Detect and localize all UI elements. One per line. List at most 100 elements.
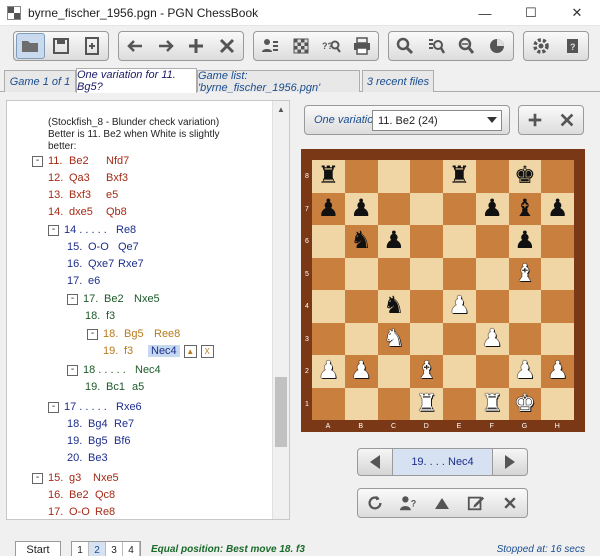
square-e7[interactable] (443, 192, 476, 225)
white-pawn-icon[interactable]: ♟ (481, 326, 503, 351)
square-d5[interactable] (410, 257, 443, 290)
square-d8[interactable] (410, 160, 443, 193)
print-icon[interactable] (348, 33, 377, 59)
tab-recent-files[interactable]: 3 recent files (362, 70, 434, 92)
tree-line[interactable]: 17. e6 (67, 273, 100, 289)
tree-line[interactable]: 19. Bc1 a5 (85, 379, 144, 395)
tree-line[interactable]: -17. Be2 Nxe5 (67, 291, 160, 307)
tree-line[interactable]: 17. O-O Re8 (48, 504, 115, 519)
square-b2[interactable]: ♟ (344, 355, 378, 388)
tab-variation[interactable]: One variation for 11. Bg5? (76, 68, 197, 93)
close-analysis-icon[interactable] (495, 490, 525, 516)
square-e1[interactable] (443, 387, 476, 420)
tree-line[interactable]: 20. Be3 (67, 450, 108, 466)
forward-arrow-icon[interactable] (152, 33, 181, 59)
square-h3[interactable] (541, 322, 574, 355)
white-pawn-icon[interactable]: ♟ (514, 359, 536, 383)
tree-line[interactable]: 15. O-O Qe7 (67, 239, 139, 255)
square-e2[interactable] (443, 355, 476, 388)
square-f1[interactable]: ♜ (475, 387, 509, 420)
square-d6[interactable] (410, 225, 443, 258)
square-e8[interactable]: ♜ (443, 160, 476, 193)
square-e6[interactable] (443, 225, 476, 258)
white-rook-icon[interactable]: ♜ (416, 391, 438, 416)
white-pawn-icon[interactable]: ♟ (350, 359, 372, 383)
collapse-toggle[interactable]: - (48, 401, 59, 413)
square-a1[interactable] (312, 387, 345, 420)
previous-move-button[interactable] (358, 449, 392, 475)
black-pawn-icon[interactable]: ♟ (547, 196, 569, 221)
square-d7[interactable] (410, 192, 443, 225)
collapse-toggle[interactable]: - (67, 293, 78, 305)
tree-line[interactable]: 12. Qa3 Bxf3 (48, 170, 128, 186)
square-h1[interactable] (541, 387, 574, 420)
zoom-icon[interactable] (391, 33, 420, 59)
square-h7[interactable]: ♟ (541, 192, 574, 225)
collapse-toggle[interactable]: - (32, 155, 43, 167)
square-g1[interactable]: ♚ (508, 387, 542, 420)
square-f4[interactable] (475, 290, 509, 323)
collapse-toggle[interactable]: - (32, 472, 43, 484)
square-c8[interactable] (377, 160, 411, 193)
square-f8[interactable] (475, 160, 509, 193)
white-pawn-icon[interactable]: ♟ (318, 359, 340, 383)
square-a7[interactable]: ♟ (312, 192, 345, 225)
black-pawn-icon[interactable]: ♟ (383, 229, 405, 253)
black-king-icon[interactable]: ♚ (514, 164, 536, 188)
edit-icon[interactable] (461, 490, 491, 516)
tree-line[interactable]: -18. Bg5 Ree8 (87, 326, 180, 342)
next-move-button[interactable] (493, 449, 527, 475)
player-list-icon[interactable] (256, 33, 285, 59)
tree-line[interactable]: 16. Qxe7 Rxe7 (67, 256, 144, 272)
black-pawn-icon[interactable]: ♟ (350, 196, 372, 221)
square-e5[interactable] (443, 257, 476, 290)
scroll-up-icon[interactable]: ▲ (273, 101, 289, 117)
chess-board[interactable]: ♜ ♜ ♚ ♟ ♟ ♟ ♝ ♟ ♞ ♟ ♟ ♝ ♞ ♟ ♞ ♟ ♟ ♟ ♝ ♟ ♟ ♜ ♜ ♚ (312, 160, 574, 420)
save-icon[interactable] (47, 33, 76, 59)
tab-game[interactable]: Game 1 of 1 (4, 70, 76, 92)
square-f7[interactable]: ♟ (475, 192, 509, 225)
tree-line[interactable]: -18 . . . . . Nec4 (67, 362, 161, 378)
square-f2[interactable] (475, 355, 509, 388)
square-g8[interactable]: ♚ (508, 160, 542, 193)
white-rook-icon[interactable]: ♜ (481, 391, 503, 416)
tree-line[interactable]: -15. g3 Nxe5 (32, 470, 119, 486)
square-g5[interactable]: ♝ (508, 257, 542, 290)
white-pawn-icon[interactable]: ♟ (547, 359, 569, 383)
white-bishop-icon[interactable]: ♝ (514, 261, 536, 286)
remove-move-icon[interactable]: X (200, 344, 214, 358)
up-arrow-icon[interactable] (427, 490, 457, 516)
square-g2[interactable]: ♟ (508, 355, 542, 388)
tree-line[interactable]: 19. f3 Nec4 ▲ X (103, 343, 214, 359)
white-king-icon[interactable]: ♚ (514, 391, 536, 416)
black-rook-icon[interactable]: ♜ (449, 164, 471, 188)
tree-line[interactable]: -11. Be2 Nfd7 (32, 153, 129, 169)
black-knight-icon[interactable]: ♞ (383, 294, 405, 318)
square-c4[interactable]: ♞ (377, 290, 411, 323)
square-b7[interactable]: ♟ (344, 192, 378, 225)
square-g3[interactable] (508, 322, 542, 355)
square-g7[interactable]: ♝ (508, 192, 542, 225)
book-icon[interactable]: ? (557, 33, 586, 59)
black-rook-icon[interactable]: ♜ (318, 164, 340, 188)
board-icon[interactable] (287, 33, 316, 59)
square-g6[interactable]: ♟ (508, 225, 542, 258)
engine-analysis-icon[interactable]: ? (394, 490, 424, 516)
square-h2[interactable]: ♟ (541, 355, 574, 388)
white-knight-icon[interactable]: ♞ (383, 326, 405, 351)
white-bishop-icon[interactable]: ♝ (416, 359, 438, 383)
square-f3[interactable]: ♟ (475, 322, 509, 355)
square-e4[interactable]: ♟ (443, 290, 476, 323)
square-c2[interactable] (377, 355, 411, 388)
minimize-button[interactable]: — (462, 0, 508, 26)
square-h5[interactable] (541, 257, 574, 290)
tree-line[interactable]: -14 . . . . . Re8 (48, 222, 136, 238)
square-b3[interactable] (344, 322, 378, 355)
square-c5[interactable] (377, 257, 411, 290)
maximize-button[interactable]: ☐ (508, 0, 554, 26)
variation-dropdown[interactable]: 11. Be2 (24) (372, 110, 502, 131)
square-f6[interactable] (475, 225, 509, 258)
collapse-toggle[interactable]: - (67, 364, 78, 376)
folder-open-icon[interactable] (16, 33, 45, 59)
start-button[interactable]: Start (15, 541, 61, 556)
